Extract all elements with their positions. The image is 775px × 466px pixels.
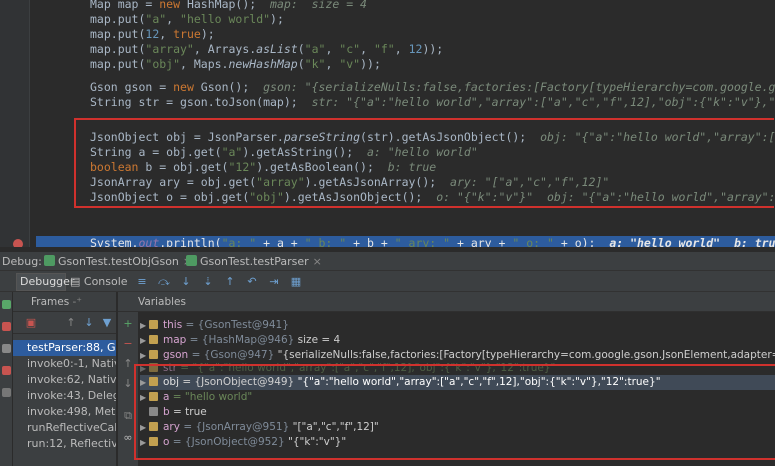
- remove-watch-icon[interactable]: −: [120, 336, 136, 352]
- thread-selector-icon[interactable]: ▣: [23, 315, 39, 331]
- breakpoint-icon[interactable]: [13, 239, 23, 247]
- step-out-icon[interactable]: ↑: [222, 274, 238, 290]
- new-watch-icon[interactable]: +: [120, 316, 136, 332]
- variable-row-this[interactable]: ▶ this = {GsonTest@941}: [140, 318, 775, 333]
- test-run-icon: [44, 255, 55, 266]
- highlight-box: [134, 364, 775, 460]
- debug-label: Debug:: [2, 255, 42, 268]
- code-line-13-current: System.out.println("a: " + a + " b: " + …: [90, 236, 775, 247]
- console-icon: ▤: [70, 275, 84, 288]
- variables-header: Variables: [118, 292, 775, 312]
- frames-toolbar: ▣ ↑ ↓ ▼: [13, 312, 116, 334]
- code-text: Map map =: [90, 0, 160, 11]
- inline-value-hint: map: size = 4: [256, 0, 367, 11]
- code-editor[interactable]: Map map = new HashMap(); map: size = 4 m…: [0, 0, 775, 247]
- code-line-2: map.put("a", "hello world");: [90, 12, 284, 26]
- expand-arrow-icon[interactable]: ▶: [140, 318, 149, 333]
- object-icon: [149, 350, 158, 359]
- debugger-toolbar: Debugger ▤ Console ≡ ⤼ ↓ ⇣ ↑ ↶ ⇥ ▦: [0, 270, 775, 292]
- mute-breakpoints-icon[interactable]: [2, 388, 11, 397]
- step-over-icon[interactable]: ⤼: [156, 274, 172, 290]
- show-execution-point-icon[interactable]: ≡: [134, 274, 150, 290]
- pause-icon[interactable]: [2, 344, 11, 353]
- close-icon[interactable]: ×: [313, 255, 322, 268]
- step-into-icon[interactable]: ↓: [178, 274, 194, 290]
- frame-item[interactable]: testParser:88, Gs: [13, 340, 116, 356]
- resume-icon[interactable]: [2, 300, 11, 309]
- tab-console[interactable]: ▤ Console: [70, 274, 128, 290]
- run-to-cursor-icon[interactable]: ⇥: [266, 274, 282, 290]
- test-run-icon: [186, 255, 197, 266]
- expand-arrow-icon[interactable]: ▶: [140, 333, 149, 348]
- code-line-7: String str = gson.toJson(map); str: "{"a…: [90, 95, 775, 109]
- variable-row-map[interactable]: ▶ map = {HashMap@946} size = 4: [140, 333, 775, 348]
- frame-item[interactable]: runReflectiveCall:: [13, 420, 116, 436]
- frame-item[interactable]: invoke:498, Meth: [13, 404, 116, 420]
- frame-down-icon[interactable]: ↓: [81, 315, 97, 331]
- drop-frame-icon[interactable]: ↶: [244, 274, 260, 290]
- tab-gsontest-testobjgson[interactable]: GsonTest.testObjGson×: [44, 254, 192, 270]
- frame-item[interactable]: invoke:62, Native: [13, 372, 116, 388]
- variables-title: Variables: [138, 296, 186, 308]
- frames-panel: Frames -⁺ ▣ ↑ ↓ ▼ testParser:88, Gs invo…: [13, 292, 117, 466]
- code-line-6: Gson gson = new Gson(); gson: "{serializ…: [90, 80, 775, 94]
- code-line-1: Map map = new HashMap(); map: size = 4: [90, 0, 367, 12]
- filter-icon[interactable]: ▼: [99, 315, 115, 331]
- frame-item[interactable]: invoke:43, Delega: [13, 388, 116, 404]
- frame-item[interactable]: run:12, Reflective: [13, 436, 116, 452]
- tab-debugger[interactable]: Debugger: [20, 274, 74, 290]
- stop-icon[interactable]: [2, 322, 11, 331]
- frame-up-icon[interactable]: ↑: [63, 315, 79, 331]
- object-icon: [149, 320, 158, 329]
- code-line-3: map.put(12, true);: [90, 27, 215, 41]
- view-breakpoints-icon[interactable]: [2, 366, 11, 375]
- highlight-box: [74, 118, 774, 208]
- force-step-into-icon[interactable]: ⇣: [200, 274, 216, 290]
- editor-gutter[interactable]: [0, 0, 30, 247]
- code-line-5: map.put("obj", Maps.newHashMap("k", "v")…: [90, 57, 381, 71]
- code-text: HashMap();: [186, 0, 257, 11]
- code-keyword: new: [159, 0, 187, 11]
- tab-gsontest-testparser[interactable]: GsonTest.testParser ×: [186, 254, 322, 270]
- evaluate-expression-icon[interactable]: ▦: [288, 274, 304, 290]
- debug-side-toolbar: [0, 292, 13, 466]
- frames-header: Frames -⁺: [13, 292, 116, 312]
- object-icon: [149, 335, 158, 344]
- code-line-4: map.put("array", Arrays.asList("a", "c",…: [90, 42, 444, 56]
- frames-title: Frames: [31, 296, 70, 308]
- frame-item[interactable]: invoke0:-1, Native: [13, 356, 116, 372]
- debug-tab-bar: Debug: GsonTest.testObjGson× GsonTest.te…: [0, 251, 775, 270]
